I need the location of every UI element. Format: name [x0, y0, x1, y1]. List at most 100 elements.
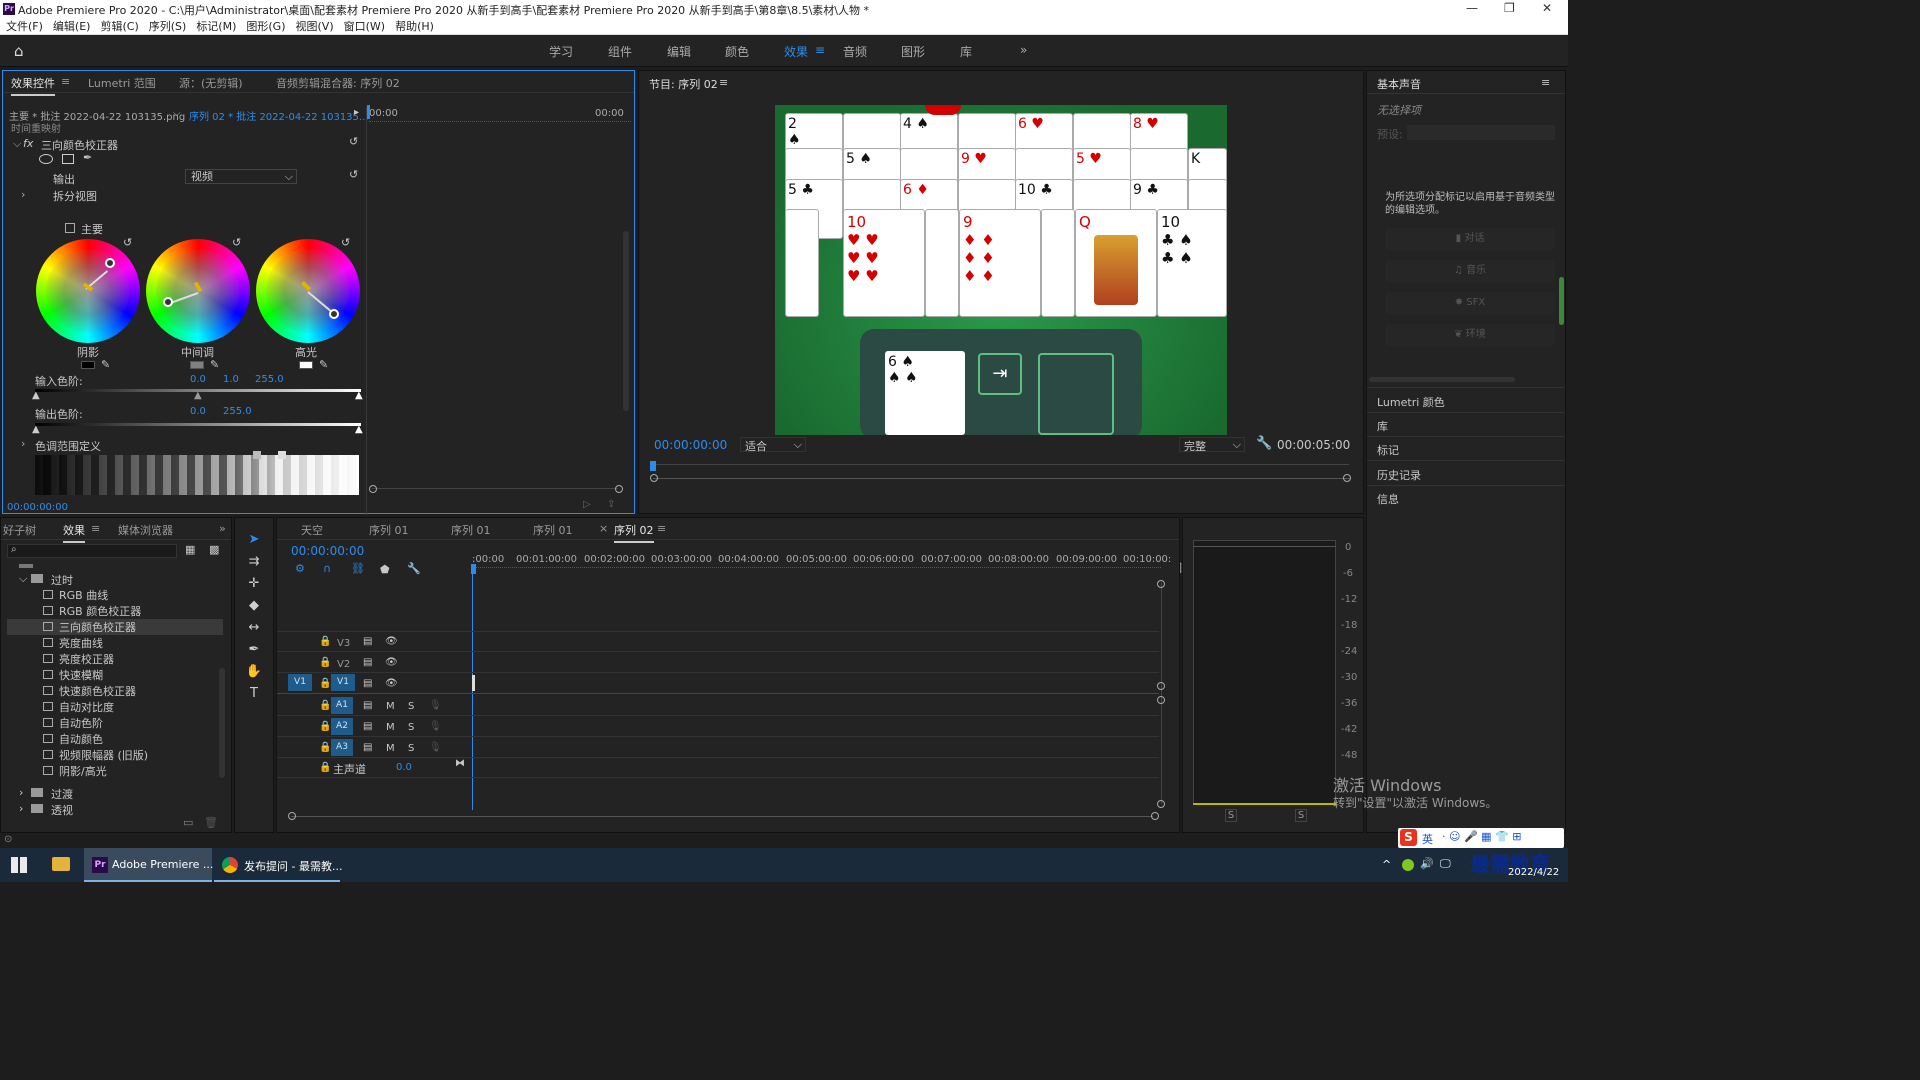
shadows-color-wheel[interactable]: [36, 239, 140, 343]
tray-app-icon[interactable]: [1402, 859, 1414, 871]
sfx-button[interactable]: ✸ SFX: [1385, 292, 1555, 314]
menu-sequence[interactable]: 序列(S): [149, 18, 187, 35]
input-white-value[interactable]: 255.0: [255, 374, 284, 385]
split-view-label[interactable]: 拆分视图: [53, 188, 97, 204]
type-tool-icon[interactable]: T: [244, 686, 264, 704]
mute-button[interactable]: M: [386, 743, 395, 754]
tab-audio-clip-mixer[interactable]: 音频剪辑混合器: 序列 02: [276, 75, 400, 91]
sync-lock-icon[interactable]: ▤: [363, 657, 372, 668]
delete-icon[interactable]: 🗑: [204, 816, 218, 829]
reset-icon[interactable]: ↺: [341, 236, 350, 249]
tonal-range-handle[interactable]: [278, 451, 286, 459]
panel-lumetri-color[interactable]: Lumetri 颜色: [1377, 394, 1445, 410]
sync-lock-icon[interactable]: ▤: [363, 678, 372, 689]
minimize-button[interactable]: —: [1466, 1, 1478, 15]
shadows-handle[interactable]: [105, 258, 115, 268]
taskbar-premiere[interactable]: Pr Adobe Premiere ...: [84, 848, 213, 882]
panel-menu-icon[interactable]: ≡: [91, 522, 100, 535]
timeline-timecode[interactable]: 00:00:00:00: [291, 544, 364, 558]
ellipse-mask-icon[interactable]: [39, 154, 53, 164]
effect-item[interactable]: 快速颜色校正器: [43, 683, 223, 699]
ime-language[interactable]: 英: [1422, 831, 1433, 847]
tab-effects-tree[interactable]: 好子树: [3, 522, 36, 538]
ec-timecode[interactable]: 00:00:00:00: [7, 502, 68, 513]
tab-sequence-sky[interactable]: 天空: [301, 522, 323, 538]
workspace-editing[interactable]: 编辑: [667, 43, 691, 60]
tab-effect-controls-menu-icon[interactable]: ≡: [61, 75, 70, 88]
ec-horizontal-scrollbar[interactable]: [372, 488, 618, 489]
program-time-ruler[interactable]: [655, 464, 1349, 465]
lock-icon[interactable]: 🔒: [319, 742, 331, 753]
taskbar-chrome[interactable]: 发布提问 - 最需教...: [214, 848, 342, 882]
pen-mask-icon[interactable]: ✒: [83, 151, 92, 164]
effect-item[interactable]: RGB 曲线: [43, 587, 223, 603]
track-v1-label[interactable]: V1: [331, 674, 355, 691]
mute-button[interactable]: M: [386, 722, 395, 733]
timeline-vertical-scrollbar[interactable]: [1161, 582, 1162, 804]
essential-sound-title[interactable]: 基本声音: [1377, 76, 1421, 92]
source-patch-v1[interactable]: V1: [288, 674, 312, 691]
sync-lock-icon[interactable]: ▤: [363, 721, 372, 732]
music-button[interactable]: ♫ 音乐: [1385, 260, 1555, 282]
panel-markers[interactable]: 标记: [1377, 442, 1399, 458]
ripple-edit-tool-icon[interactable]: ✛: [244, 576, 264, 594]
tab-sequence-02[interactable]: 序列 02: [614, 522, 654, 543]
microphone-icon[interactable]: 🎙: [429, 721, 442, 732]
lock-icon[interactable]: 🔒: [319, 721, 331, 732]
dialogue-button[interactable]: ▮ 对话: [1385, 228, 1555, 250]
menu-window[interactable]: 窗口(W): [344, 18, 385, 35]
panel-info[interactable]: 信息: [1377, 491, 1399, 507]
effects-scrollbar[interactable]: [219, 668, 225, 778]
home-icon[interactable]: ⌂: [14, 42, 24, 60]
quality-dropdown[interactable]: 完整 ⌵: [1179, 437, 1245, 453]
ime-tools-icon[interactable]: · ☺ 🎤 ▦ 👕 ⊞: [1442, 830, 1521, 843]
preset-dropdown[interactable]: [1407, 125, 1555, 140]
tonal-range-handle[interactable]: [253, 451, 261, 459]
track-a1-label[interactable]: A1: [331, 697, 353, 714]
input-white-handle[interactable]: ▲: [355, 390, 363, 401]
reset-icon[interactable]: ↺: [232, 236, 241, 249]
input-gamma-handle[interactable]: ▲: [194, 390, 202, 401]
new-folder-icon[interactable]: ▭: [183, 816, 193, 829]
effect-item[interactable]: 自动对比度: [43, 699, 223, 715]
snap-icon[interactable]: ∩: [323, 562, 331, 575]
menu-file[interactable]: 文件(F): [6, 18, 43, 35]
menu-help[interactable]: 帮助(H): [395, 18, 434, 35]
effect-item[interactable]: RGB 颜色校正器: [43, 603, 223, 619]
output-dropdown[interactable]: 视频 ⌵: [185, 169, 297, 184]
export-icon[interactable]: ⇪: [607, 499, 615, 510]
maximize-button[interactable]: ❐: [1504, 1, 1515, 15]
program-title[interactable]: 节目: 序列 02: [649, 76, 718, 92]
filter-icon[interactable]: ▷: [583, 499, 591, 510]
razor-tool-icon[interactable]: ◆: [244, 598, 264, 616]
eye-icon[interactable]: 👁: [385, 657, 398, 668]
tab-source[interactable]: 源：(无剪辑): [179, 75, 243, 91]
track-v3-label[interactable]: V3: [337, 638, 350, 649]
tab-lumetri-scopes[interactable]: Lumetri 范围: [88, 75, 156, 91]
lock-icon[interactable]: 🔒: [319, 636, 331, 647]
close-icon[interactable]: ×: [599, 522, 608, 535]
tab-effect-controls[interactable]: 效果控件: [11, 75, 55, 96]
essential-sound-scrollbar[interactable]: [1559, 277, 1564, 325]
panel-overflow-icon[interactable]: »: [219, 522, 226, 535]
track-select-tool-icon[interactable]: ⇉: [244, 554, 264, 572]
tonal-range-label[interactable]: 色调范围定义: [35, 438, 101, 454]
add-marker-icon[interactable]: ⬟: [380, 563, 390, 576]
eyedropper-icon[interactable]: ✎: [101, 358, 110, 371]
panel-history[interactable]: 历史记录: [1377, 467, 1421, 483]
reset-output-icon[interactable]: ↺: [349, 168, 358, 181]
program-playhead[interactable]: [650, 461, 656, 471]
tab-sequence-01[interactable]: 序列 01: [451, 522, 491, 538]
microphone-icon[interactable]: 🎙: [429, 700, 442, 711]
highlights-swatch[interactable]: [299, 361, 313, 369]
expand-chevron-icon[interactable]: ⌵: [13, 137, 21, 151]
panel-menu-icon[interactable]: ≡: [719, 76, 728, 89]
workspace-libraries[interactable]: 库: [960, 43, 972, 60]
lock-icon[interactable]: 🔒: [319, 657, 331, 668]
playhead[interactable]: [367, 105, 370, 119]
video-frame[interactable]: 2 ♠ 4 ♠ 6 ♥ 8 ♥ 5 ♠ 9 ♥ 5 ♥ K 5 ♣ 6 ♦ 10 …: [775, 105, 1227, 435]
selection-tool-icon[interactable]: ➤: [244, 532, 264, 550]
menu-view[interactable]: 视图(V): [296, 18, 334, 35]
nest-toggle-icon[interactable]: ⚙: [295, 562, 305, 575]
new-bin-icon[interactable]: ▦: [185, 543, 195, 556]
